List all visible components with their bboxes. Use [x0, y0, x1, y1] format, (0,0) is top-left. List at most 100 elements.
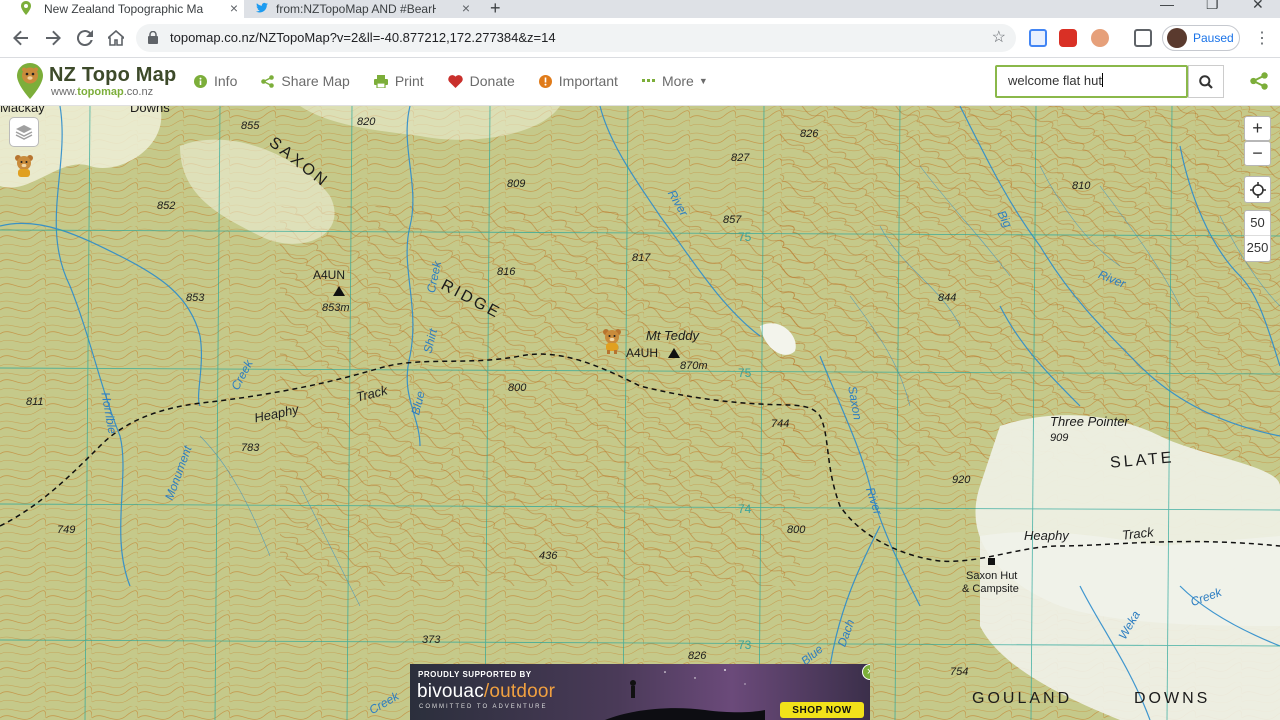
info-circle-icon [194, 74, 207, 88]
menu-item-important[interactable]: Important [538, 73, 618, 89]
sponsor-ad-banner[interactable]: PROUDLY SUPPORTED BY bivouac/outdoor COM… [410, 664, 870, 720]
ad-shop-now-button[interactable]: SHOP NOW [780, 702, 864, 718]
menu-item-label: Important [558, 73, 618, 89]
spot-height-436: 436 [539, 550, 558, 562]
menu-item-donate[interactable]: Donate [447, 73, 515, 89]
menu-item-more[interactable]: More ▼ [641, 73, 708, 89]
spot-height-800: 800 [508, 382, 527, 394]
map-label-a4un-height: 853m [322, 302, 350, 314]
spot-height-852: 852 [157, 200, 176, 212]
share-icon [1250, 72, 1268, 90]
tab-title: New Zealand Topographic Map - [44, 2, 204, 16]
address-bar[interactable]: topomap.co.nz/NZTopoMap?v=2&ll=-40.87721… [136, 24, 1016, 52]
crosshair-icon [1249, 181, 1266, 198]
profile-button[interactable]: Paused [1162, 25, 1240, 51]
lock-icon [148, 31, 158, 44]
restore-icon[interactable]: ❐ [1206, 0, 1219, 13]
extension-icon-blue[interactable] [1029, 29, 1047, 47]
back-arrow-icon[interactable] [9, 26, 33, 50]
ad-close-button[interactable]: × [862, 664, 870, 680]
spot-height-811: 811 [26, 396, 44, 408]
tab-twitter[interactable]: from:NZTopoMap AND #BearHu × [244, 0, 476, 18]
tab-nz-topo-map[interactable]: New Zealand Topographic Map - × [0, 0, 244, 18]
menu-item-share-map[interactable]: Share Map [261, 73, 350, 89]
browser-toolbar: topomap.co.nz/NZTopoMap?v=2&ll=-40.87721… [0, 18, 1280, 58]
share-button[interactable] [1250, 72, 1268, 93]
tab-title: from:NZTopoMap AND #BearHu [276, 2, 436, 16]
grid-label-74: 74 [738, 502, 752, 516]
chrome-menu-icon[interactable]: ⋮ [1254, 28, 1270, 48]
locate-me-button[interactable] [1244, 176, 1271, 203]
spot-height-800b: 800 [787, 524, 806, 536]
spot-height-853: 853 [186, 292, 205, 304]
zoom-in-button[interactable]: + [1244, 116, 1271, 141]
map-label-gouland: GOULAND [972, 690, 1073, 707]
share-icon [261, 74, 275, 88]
map-label-saxon-hut: Saxon Hut [966, 570, 1018, 582]
grid-label-73: 73 [738, 638, 752, 652]
close-window-icon[interactable]: ✕ [1252, 0, 1264, 13]
spot-height-783: 783 [241, 442, 260, 454]
avatar [1167, 28, 1187, 48]
map-label-campsite: & Campsite [962, 583, 1019, 595]
spot-height-820: 820 [357, 116, 376, 128]
layers-button[interactable] [10, 118, 38, 146]
bear-hut-marker-icon[interactable] [602, 328, 622, 354]
cast-icon[interactable] [1134, 29, 1152, 47]
reload-icon[interactable] [73, 26, 97, 50]
spot-height-857: 857 [723, 214, 742, 226]
site-header: NZ Topo Map www.topomap.co.nz Info Share… [0, 58, 1280, 106]
close-tab-icon[interactable]: × [462, 0, 470, 16]
profile-status: Paused [1193, 31, 1234, 45]
spot-height-817: 817 [632, 252, 651, 264]
zoom-out-button[interactable]: − [1244, 141, 1271, 166]
scale-option-250[interactable]: 250 [1245, 236, 1270, 260]
topo-map[interactable]: SAXON RIDGE SLATE GOULAND DOWNS Mackay D… [0, 106, 1280, 720]
spot-height-749: 749 [57, 524, 76, 536]
close-tab-icon[interactable]: × [230, 0, 238, 16]
menu-item-label: Share Map [281, 73, 350, 89]
logo-subtitle: www.topomap.co.nz [51, 85, 154, 98]
forward-arrow-icon[interactable] [41, 26, 65, 50]
map-label-downs-top: Downs [130, 106, 170, 115]
extension-icon-red[interactable] [1059, 29, 1077, 47]
menu-item-label: Donate [469, 73, 515, 89]
map-label-mt-teddy-height: 870m [680, 360, 708, 372]
map-label-downs: DOWNS [1134, 690, 1211, 707]
map-label-a4uh: A4UH [626, 346, 659, 360]
spot-height-909: 909 [1050, 432, 1069, 444]
spot-height-844: 844 [938, 292, 957, 304]
menu-item-print[interactable]: Print [373, 73, 424, 89]
map-pin-icon [21, 1, 31, 15]
spot-height-826b: 826 [800, 128, 819, 140]
menu-item-label: More [661, 73, 694, 89]
new-tab-button[interactable]: + [490, 0, 501, 19]
ad-brand: bivouac/outdoor [417, 681, 556, 702]
bookmark-star-icon[interactable]: ☆ [992, 27, 1006, 47]
search-input[interactable]: welcome flat hut [995, 65, 1188, 98]
map-scale-selector[interactable]: 50 250 [1244, 210, 1271, 262]
search-icon [1199, 74, 1213, 89]
browser-tab-strip: New Zealand Topographic Map - × from:NZT… [0, 0, 1280, 18]
scale-option-50[interactable]: 50 [1245, 211, 1270, 236]
spot-height-754: 754 [950, 666, 969, 678]
site-logo[interactable]: NZ Topo Map www.topomap.co.nz [16, 62, 176, 100]
grid-label-75: 75 [738, 230, 752, 244]
spot-height-827: 827 [731, 152, 750, 164]
alert-icon [538, 74, 552, 88]
menu-item-label: Print [394, 73, 424, 89]
home-icon[interactable] [104, 26, 128, 50]
extension-icon-orange[interactable] [1091, 29, 1109, 47]
menu-item-info[interactable]: Info [194, 73, 237, 89]
map-label-mt-teddy: Mt Teddy [646, 328, 699, 343]
ad-supported-by: PROUDLY SUPPORTED BY [418, 670, 532, 679]
twitter-bird-icon [256, 2, 268, 13]
dots-icon [641, 79, 655, 83]
map-label-mackay: Mackay [0, 106, 45, 115]
bear-hunt-toggle-icon[interactable] [14, 154, 34, 180]
minimize-icon[interactable]: — [1160, 0, 1174, 12]
spot-height-809: 809 [507, 178, 526, 190]
spot-height-810: 810 [1072, 180, 1091, 192]
topo-map-canvas [0, 106, 1280, 720]
search-button[interactable] [1188, 65, 1224, 98]
